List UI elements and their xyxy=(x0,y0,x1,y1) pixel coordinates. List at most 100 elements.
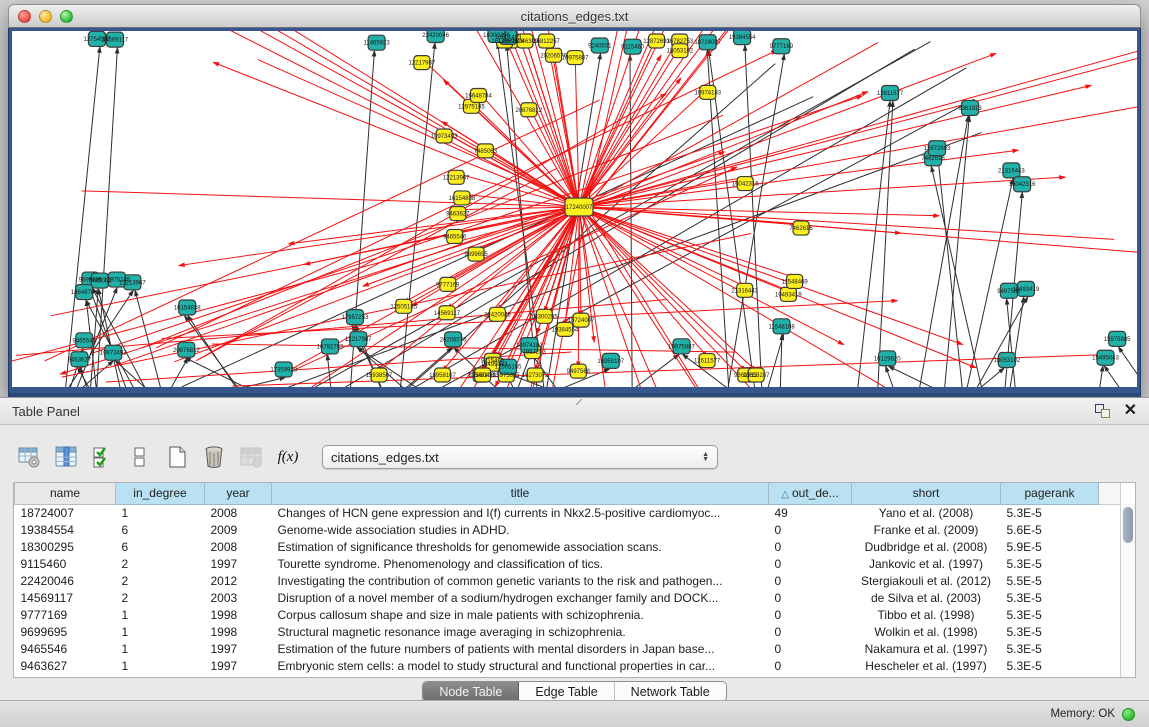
network-node-label: 12611577 xyxy=(694,359,721,365)
network-node-label: 10975887 xyxy=(668,344,695,350)
column-header-name[interactable]: name xyxy=(15,483,116,504)
network-edge xyxy=(169,358,188,387)
network-node-label: 16129820 xyxy=(874,356,901,362)
network-edge xyxy=(578,207,579,367)
table-row[interactable]: 911546021997Tourette syndrome. Phenomeno… xyxy=(15,555,1121,572)
new-table-icon[interactable] xyxy=(164,444,190,470)
network-node-label: 10493419 xyxy=(1013,287,1040,293)
network-edge xyxy=(82,191,587,207)
network-node-label: 16782753 xyxy=(317,344,344,350)
table-row[interactable]: 969969511998Structural magnetic resonanc… xyxy=(15,623,1121,640)
table-row[interactable]: 2242004622012Investigating the contribut… xyxy=(15,572,1121,589)
zoom-window-button[interactable] xyxy=(60,10,73,23)
table-row[interactable]: 946362711997Embryonic stem cells: a mode… xyxy=(15,657,1121,674)
column-header-pagerank[interactable]: pagerank xyxy=(1001,483,1099,504)
network-node-label: 16958107 xyxy=(429,373,456,379)
network-node-label: 9465546 xyxy=(443,234,467,240)
delete-table-icon[interactable] xyxy=(201,444,227,470)
network-edge xyxy=(412,207,579,306)
network-window-titlebar[interactable]: citations_edges.txt xyxy=(8,4,1141,28)
splitter-grip[interactable] xyxy=(575,399,583,405)
network-edge xyxy=(889,366,942,387)
network-edge xyxy=(886,366,895,387)
network-node-label: 11548108 xyxy=(768,324,795,330)
network-node-label: 17359928 xyxy=(270,368,297,374)
node-table-grid: namein_degreeyeartitle△out_de...shortpag… xyxy=(14,483,1121,674)
network-node-label: 9115460 xyxy=(621,45,645,51)
node-table-body: 1872400712008Changes of HCN gene express… xyxy=(15,504,1121,674)
network-node-label: 16782753 xyxy=(666,39,693,45)
table-selector-dropdown[interactable]: citations_edges.txt ▲▼ xyxy=(322,445,718,469)
network-edge xyxy=(185,358,255,387)
table-scrollbar[interactable] xyxy=(1120,504,1135,677)
close-window-button[interactable] xyxy=(18,10,31,23)
network-node-label: 22420046 xyxy=(422,33,449,39)
table-row[interactable]: 977716911998Corpus callosum shape and si… xyxy=(15,606,1121,623)
network-canvas[interactable]: 1872400719384554183002959115460224200461… xyxy=(12,31,1137,387)
table-row[interactable]: 1938455462009Genome-wide association stu… xyxy=(15,521,1121,538)
column-header-title[interactable]: title xyxy=(272,483,769,504)
float-panel-icon[interactable] xyxy=(1095,404,1110,418)
network-node-label: 16042316 xyxy=(732,182,759,188)
network-node-label: 9361913 xyxy=(958,106,982,112)
network-node-label: 12217987 xyxy=(345,337,372,343)
network-node-label: 9463627 xyxy=(446,212,470,218)
network-node-label: 19384554 xyxy=(729,35,756,41)
memory-status-icon[interactable] xyxy=(1122,708,1135,721)
table-scrollbar-thumb[interactable] xyxy=(1123,507,1133,543)
column-header-filler[interactable] xyxy=(1099,483,1121,504)
network-node-label: 9777169 xyxy=(770,44,794,50)
table-row[interactable]: 946554611997Estimation of the future num… xyxy=(15,640,1121,657)
column-visibility-icon[interactable] xyxy=(53,444,79,470)
network-node-label: 14569117 xyxy=(102,38,129,44)
table-row[interactable]: 1830029562008Estimation of significance … xyxy=(15,538,1121,555)
network-node-label: 12872693 xyxy=(643,39,670,45)
tab-node-table[interactable]: Node Table xyxy=(423,682,519,701)
network-window-title: citations_edges.txt xyxy=(9,9,1140,24)
network-edge xyxy=(38,31,579,207)
network-edge xyxy=(1007,299,1016,387)
network-node-label: 12217987 xyxy=(408,61,435,67)
column-header-short[interactable]: short xyxy=(852,483,1001,504)
network-edge xyxy=(192,31,579,207)
network-node-label: 10653287 xyxy=(743,373,770,379)
network-node-label: 14569117 xyxy=(434,311,461,317)
network-edge xyxy=(587,207,1114,239)
network-node-label: 16648784 xyxy=(465,93,492,99)
minimize-window-button[interactable] xyxy=(39,10,52,23)
network-window: citations_edges.txt 18724007193845541830… xyxy=(8,4,1141,397)
select-all-icon[interactable] xyxy=(90,444,116,470)
table-row[interactable]: 1872400712008Changes of HCN gene express… xyxy=(15,504,1121,521)
network-node-label: 16648784 xyxy=(71,290,98,296)
sort-ascending-icon: △ xyxy=(781,489,789,500)
tab-network-table[interactable]: Network Table xyxy=(615,682,726,701)
network-canvas-frame: 1872400719384554183002959115460224200461… xyxy=(8,28,1141,397)
deselect-all-icon[interactable] xyxy=(127,444,153,470)
table-settings-icon[interactable] xyxy=(16,444,42,470)
column-header-in_degree[interactable]: in_degree xyxy=(116,483,205,504)
column-header-year[interactable]: year xyxy=(205,483,272,504)
network-node-label: 18300295 xyxy=(531,314,558,320)
network-node-label: 15975885 xyxy=(493,373,520,379)
network-node-label: 9777169 xyxy=(436,282,460,288)
table-row[interactable]: 1456911722003Disruption of a novel membe… xyxy=(15,589,1121,606)
close-panel-icon[interactable]: ✕ xyxy=(1124,404,1137,418)
network-edge xyxy=(212,344,735,352)
network-node-label: 21316443 xyxy=(998,168,1025,174)
network-node-label: 11548469 xyxy=(782,279,809,285)
network-edge xyxy=(94,96,863,353)
network-node-label: 15273072 xyxy=(522,373,549,379)
tab-edge-table[interactable]: Edge Table xyxy=(519,682,614,701)
network-node-label: 12213967 xyxy=(443,175,470,181)
network-node-label: 10973493 xyxy=(100,351,127,357)
network-node-label: 20876812 xyxy=(515,108,542,114)
network-node-label: 15975885 xyxy=(1104,337,1131,343)
network-node-label: 7485063 xyxy=(474,149,498,155)
table-panel: Table Panel ✕ xyxy=(0,397,1149,700)
traffic-lights xyxy=(18,10,73,23)
network-node-label: 22420046 xyxy=(484,312,511,318)
function-builder-icon[interactable]: f(x) xyxy=(275,444,301,470)
delete-column-icon[interactable] xyxy=(238,444,264,470)
network-node-label: 12611577 xyxy=(877,91,904,97)
column-header-out_de...[interactable]: △out_de... xyxy=(769,483,852,504)
